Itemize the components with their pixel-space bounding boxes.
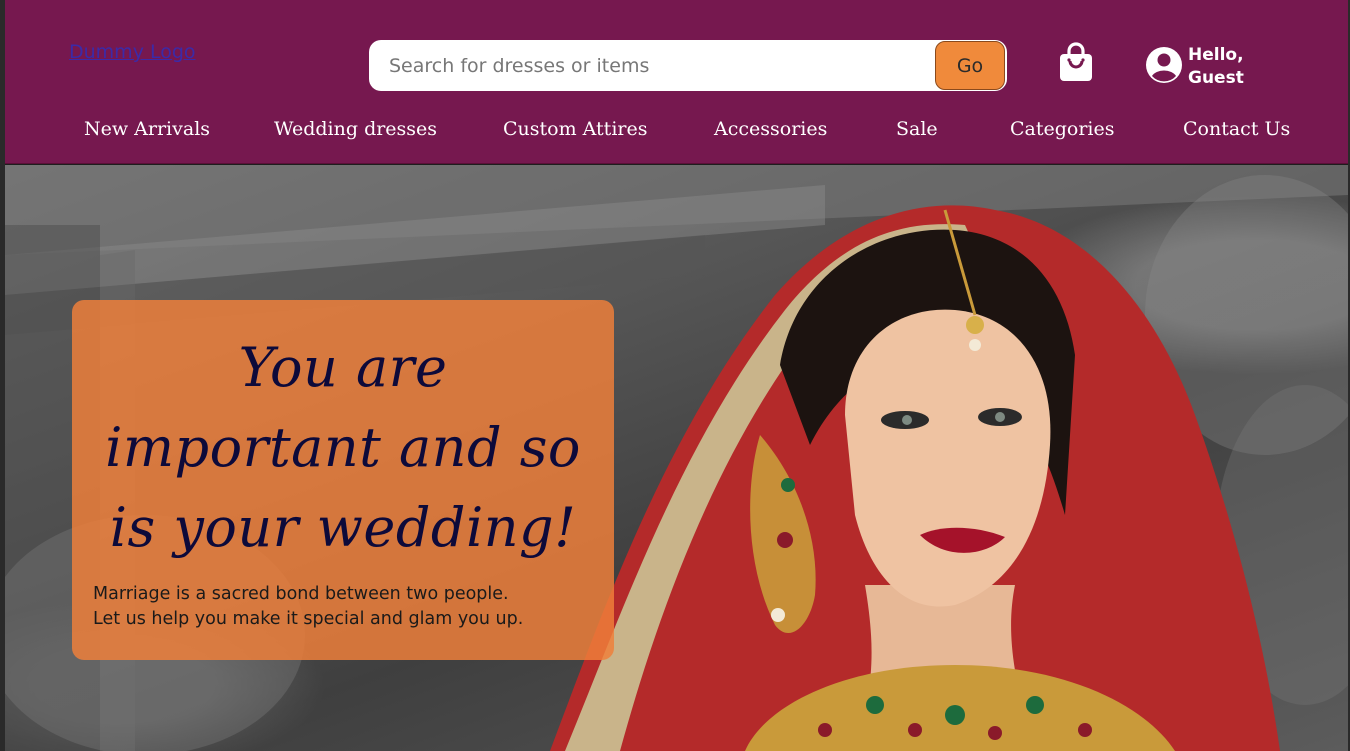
main-nav: New Arrivals Wedding dresses Custom Atti… [5, 112, 1348, 152]
logo-link[interactable]: Dummy Logo [69, 41, 196, 63]
hero-heading-line: important and so [105, 416, 581, 479]
hero-heading: You are important and so is your wedding… [92, 328, 594, 568]
user-greeting: Hello, Guest [1188, 44, 1244, 90]
user-circle-icon [1146, 47, 1182, 83]
shopping-bag-icon[interactable] [1058, 41, 1094, 83]
bride-photo [550, 205, 1280, 751]
hero-heading-line: You are [238, 336, 448, 399]
greeting-hello: Hello, [1188, 45, 1244, 65]
hero-description-line: Let us help you make it special and glam… [93, 609, 524, 629]
greeting-guest: Guest [1188, 68, 1244, 88]
hero-heading-line: is your wedding! [109, 496, 577, 559]
hero-banner: You are important and so is your wedding… [5, 165, 1348, 751]
search-input[interactable] [389, 53, 929, 79]
nav-new-arrivals[interactable]: New Arrivals [84, 118, 210, 140]
hero-description: Marriage is a sacred bond between two pe… [93, 582, 603, 632]
nav-categories[interactable]: Categories [1010, 118, 1115, 140]
nav-sale[interactable]: Sale [896, 118, 938, 140]
site-header: Dummy Logo Go Hello, Guest [5, 0, 1348, 164]
user-account[interactable]: Hello, Guest [1145, 44, 1265, 92]
promo-card: You are important and so is your wedding… [72, 300, 614, 660]
nav-wedding-dresses[interactable]: Wedding dresses [274, 118, 437, 140]
nav-contact-us[interactable]: Contact Us [1183, 118, 1290, 140]
page: Dummy Logo Go Hello, Guest [5, 0, 1348, 751]
hero-description-line: Marriage is a sacred bond between two pe… [93, 584, 509, 604]
nav-custom-attires[interactable]: Custom Attires [503, 118, 647, 140]
search-bar: Go [369, 40, 1007, 91]
nav-accessories[interactable]: Accessories [714, 118, 827, 140]
go-button[interactable]: Go [935, 41, 1005, 90]
